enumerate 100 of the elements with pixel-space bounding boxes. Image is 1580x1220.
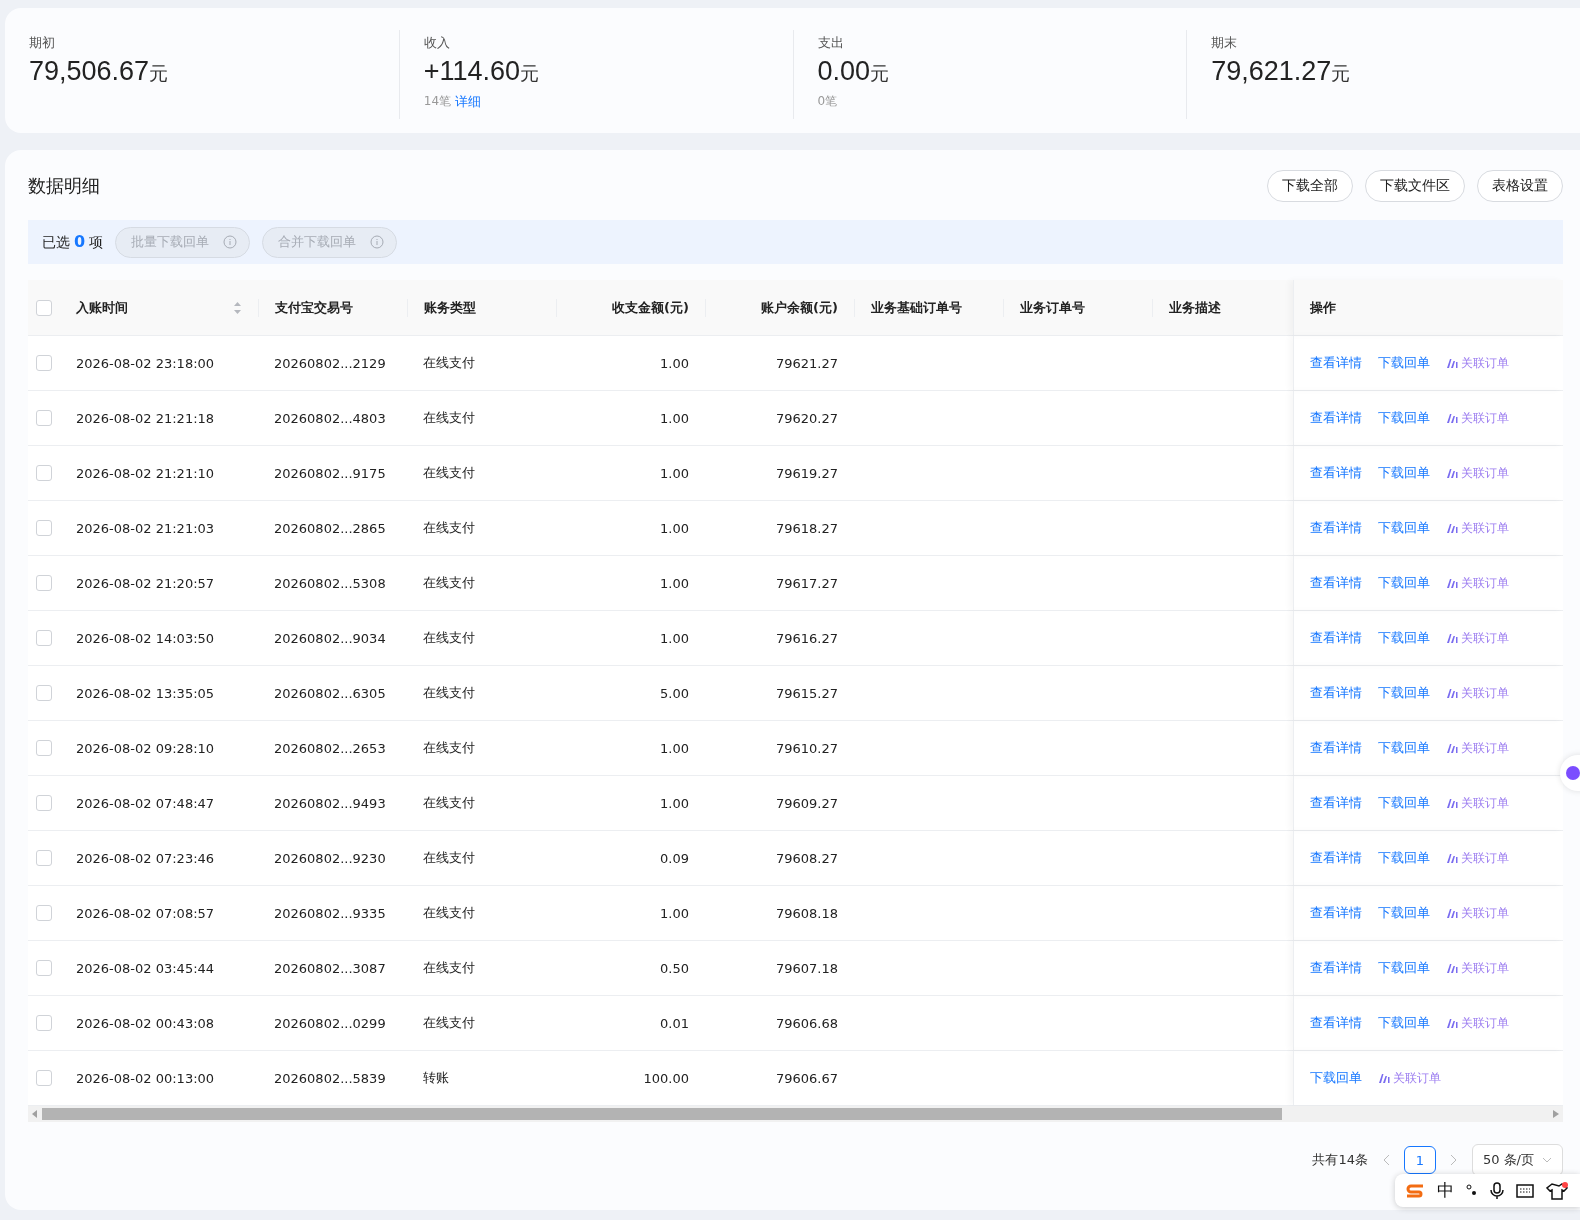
action-link[interactable]: 查看详情 [1310, 409, 1362, 427]
page-button[interactable]: 1 [1403, 1146, 1436, 1174]
next-page-icon[interactable] [1449, 1154, 1458, 1166]
column-header: 账务类型 [424, 298, 476, 317]
link-order-link[interactable]: 关联订单 [1446, 354, 1509, 372]
link-order-link[interactable]: 关联订单 [1446, 849, 1509, 867]
action-link[interactable]: 下载回单 [1378, 629, 1430, 647]
action-link[interactable]: 查看详情 [1310, 849, 1362, 867]
prev-page-icon[interactable] [1381, 1154, 1390, 1166]
action-link[interactable]: 查看详情 [1310, 904, 1362, 922]
table-cell-text: 在线支付 [422, 519, 476, 537]
row-checkbox[interactable] [36, 355, 52, 371]
action-link[interactable]: 查看详情 [1310, 684, 1362, 702]
table-cell-text: 在线支付 [422, 684, 476, 702]
toolbar-button[interactable]: 表格设置 [1477, 170, 1563, 202]
sparkle-icon [1378, 1073, 1390, 1083]
action-link[interactable]: 查看详情 [1310, 794, 1362, 812]
action-link[interactable]: 下载回单 [1378, 574, 1430, 592]
sparkle-icon [1446, 853, 1458, 863]
table-cell-text: 20260802...0299 [273, 1015, 387, 1031]
shirt-icon[interactable] [1546, 1181, 1568, 1200]
toolbar-button[interactable]: 下载全部 [1267, 170, 1353, 202]
action-link[interactable]: 下载回单 [1310, 1069, 1362, 1087]
punctuation-icon[interactable] [1466, 1183, 1478, 1198]
row-checkbox[interactable] [36, 520, 52, 536]
row-checkbox[interactable] [36, 850, 52, 866]
action-link[interactable]: 下载回单 [1378, 739, 1430, 757]
toolbar-button[interactable]: 下载文件区 [1365, 170, 1465, 202]
link-order-link[interactable]: 关联订单 [1446, 684, 1509, 702]
row-checkbox[interactable] [36, 575, 52, 591]
action-link[interactable]: 下载回单 [1378, 959, 1430, 977]
row-checkbox[interactable] [36, 1015, 52, 1031]
input-mode[interactable]: 中 [1437, 1179, 1454, 1202]
chevron-down-icon [1542, 1157, 1552, 1163]
total-count: 共有14条 [1312, 1151, 1368, 1169]
action-link[interactable]: 查看详情 [1310, 1014, 1362, 1032]
row-checkbox[interactable] [36, 795, 52, 811]
link-order-link[interactable]: 关联订单 [1446, 959, 1509, 977]
table-cell-text: 2026-08-02 03:45:44 [75, 960, 216, 976]
row-checkbox[interactable] [36, 465, 52, 481]
table-cell-text: 2026-08-02 13:35:05 [75, 685, 216, 701]
link-order-link[interactable]: 关联订单 [1446, 464, 1509, 482]
action-link[interactable]: 查看详情 [1310, 519, 1362, 537]
link-order-link[interactable]: 关联订单 [1446, 1014, 1509, 1032]
link-order-link[interactable]: 关联订单 [1446, 519, 1509, 537]
row-checkbox[interactable] [36, 905, 52, 921]
action-link[interactable]: 下载回单 [1378, 354, 1430, 372]
scroll-left-icon[interactable] [32, 1110, 38, 1118]
action-link[interactable]: 下载回单 [1378, 684, 1430, 702]
stat-amount: 79,621.27 [1211, 56, 1332, 87]
action-link[interactable]: 查看详情 [1310, 464, 1362, 482]
action-link[interactable]: 查看详情 [1310, 574, 1362, 592]
action-link[interactable]: 下载回单 [1378, 1014, 1430, 1032]
microphone-icon[interactable] [1490, 1181, 1504, 1200]
page-size-select[interactable]: 50 条/页 [1471, 1144, 1563, 1176]
link-order-link[interactable]: 关联订单 [1446, 629, 1509, 647]
action-link[interactable]: 查看详情 [1310, 739, 1362, 757]
table-cell-text: 在线支付 [422, 409, 476, 427]
sort-icon[interactable] [233, 300, 242, 315]
link-order-link[interactable]: 关联订单 [1446, 904, 1509, 922]
keyboard-icon[interactable] [1516, 1183, 1534, 1198]
logo-icon[interactable] [1405, 1182, 1425, 1199]
action-link[interactable]: 查看详情 [1310, 959, 1362, 977]
row-checkbox[interactable] [36, 1070, 52, 1086]
row-checkbox[interactable] [36, 410, 52, 426]
section-title: 数据明细 [28, 174, 100, 198]
row-checkbox[interactable] [36, 685, 52, 701]
link-order-link[interactable]: 关联订单 [1446, 794, 1509, 812]
detail-link[interactable]: 详细 [455, 93, 482, 111]
action-link[interactable]: 下载回单 [1378, 794, 1430, 812]
table-cell-text: 79620.27 [774, 410, 839, 426]
table-cell-text: 100.00 [642, 1070, 690, 1086]
link-order-link[interactable]: 关联订单 [1446, 739, 1509, 757]
selection-count: 已选 0 项 [42, 232, 104, 252]
link-order-link[interactable]: 关联订单 [1446, 409, 1509, 427]
table-cell-text: 79608.18 [774, 905, 839, 921]
action-link[interactable]: 下载回单 [1378, 519, 1430, 537]
action-link[interactable]: 下载回单 [1378, 849, 1430, 867]
table-cell-text: 79618.27 [774, 520, 839, 536]
stat-unit: 元 [149, 61, 169, 86]
scroll-right-icon[interactable] [1553, 1110, 1559, 1118]
table-cell-text: 2026-08-02 21:21:10 [75, 465, 216, 481]
row-checkbox[interactable] [36, 630, 52, 646]
row-checkbox[interactable] [36, 960, 52, 976]
link-order-link[interactable]: 关联订单 [1378, 1069, 1441, 1087]
table-cell-text: 20260802...3087 [273, 960, 387, 976]
action-link[interactable]: 查看详情 [1310, 629, 1362, 647]
select-all-checkbox[interactable] [36, 299, 52, 316]
horizontal-scrollbar[interactable] [28, 1106, 1563, 1122]
action-link[interactable]: 下载回单 [1378, 464, 1430, 482]
table-cell-text: 2026-08-02 00:43:08 [75, 1015, 216, 1031]
sparkle-icon [1446, 413, 1458, 423]
column-header: 业务描述 [1169, 298, 1221, 317]
link-order-link[interactable]: 关联订单 [1446, 574, 1509, 592]
column-header: 业务基础订单号 [871, 298, 962, 317]
row-checkbox[interactable] [36, 740, 52, 756]
table-cell-text: 在线支付 [422, 959, 476, 977]
action-link[interactable]: 下载回单 [1378, 904, 1430, 922]
action-link[interactable]: 查看详情 [1310, 354, 1362, 372]
action-link[interactable]: 下载回单 [1378, 409, 1430, 427]
